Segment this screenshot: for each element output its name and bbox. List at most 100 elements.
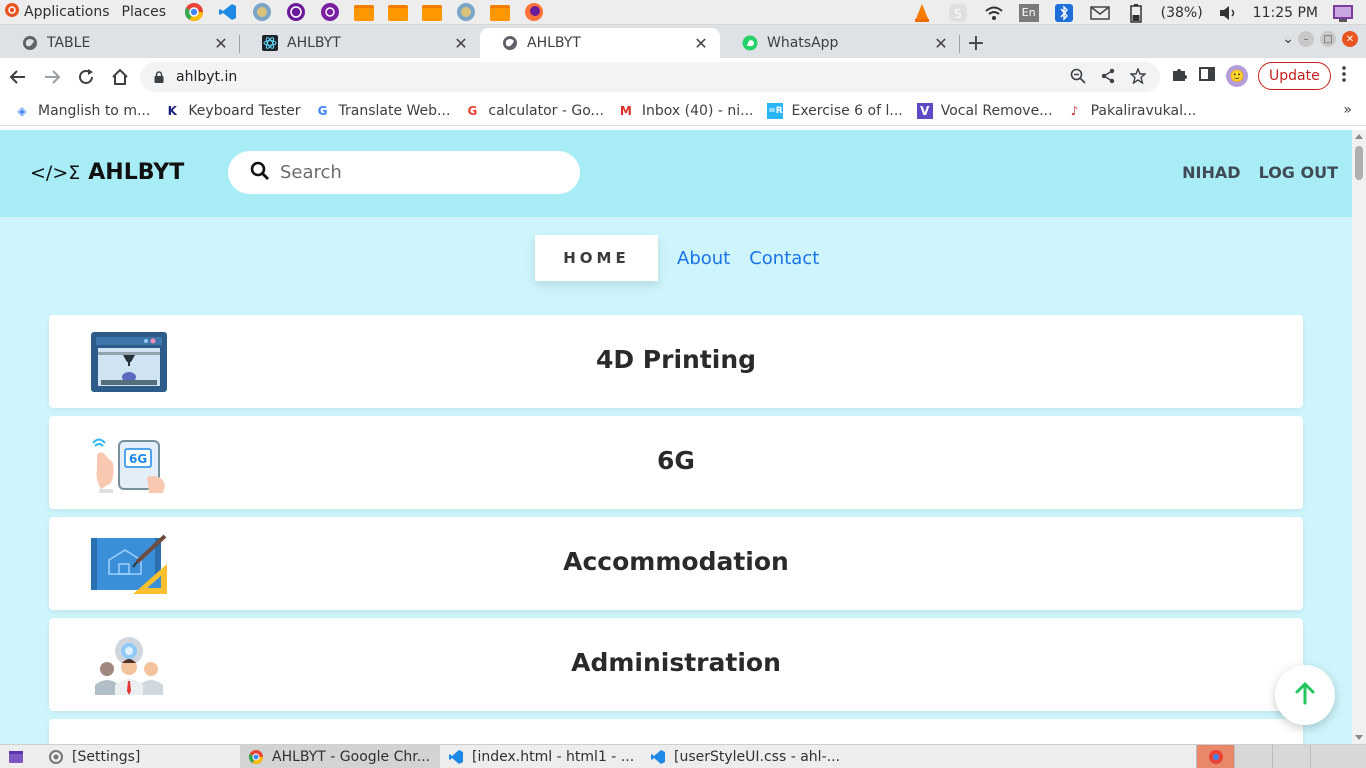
tor-launcher-icon[interactable] [284, 1, 308, 23]
scrollbar-thumb[interactable] [1355, 146, 1363, 180]
wifi-icon[interactable] [983, 2, 1005, 24]
scroll-up-arrow-icon[interactable] [1355, 134, 1363, 139]
profile-avatar[interactable]: 🙂 [1226, 65, 1248, 87]
clock[interactable]: 11:25 PM [1253, 5, 1318, 21]
bookmark-item[interactable]: Gcalculator - Go... [464, 103, 603, 119]
taskbar-window-active[interactable]: AHLBYT - Google Chr... [240, 744, 440, 768]
brand-code-symbol: </>Σ [30, 161, 81, 184]
bookmark-label: Vocal Remove... [940, 102, 1053, 119]
workspace-1[interactable] [1196, 745, 1234, 768]
partial-category-icon [91, 736, 167, 744]
folder-launcher-icon[interactable] [352, 1, 376, 23]
volume-icon[interactable] [1217, 2, 1239, 24]
vlc-tray-icon[interactable] [911, 2, 933, 24]
workspace-2[interactable] [1234, 745, 1272, 768]
zoom-icon[interactable] [1070, 68, 1086, 88]
globe-launcher-icon[interactable] [250, 1, 274, 23]
folder-launcher-icon[interactable] [488, 1, 512, 23]
battery-percent: (38%) [1160, 4, 1203, 21]
share-icon[interactable] [1100, 68, 1116, 88]
contact-link[interactable]: Contact [749, 248, 819, 269]
forward-arrow-icon[interactable] [36, 61, 68, 93]
browser-tab[interactable]: TABLE ✕ [0, 28, 240, 58]
bookmark-item[interactable]: ◈ Manglish to m... [14, 103, 150, 119]
bookmark-item[interactable]: ♪ Pakaliravukal... [1067, 103, 1197, 119]
globe-icon [22, 35, 38, 51]
applications-menu[interactable]: Applications [24, 4, 110, 20]
close-icon[interactable]: ✕ [932, 34, 950, 53]
bookmark-item[interactable]: =R Exercise 6 of l... [767, 102, 903, 119]
close-icon[interactable]: ✕ [212, 34, 230, 53]
skype-tray-icon[interactable]: S [947, 2, 969, 24]
category-card[interactable]: 4D Printing [49, 315, 1303, 408]
firefox-launcher-icon[interactable] [522, 1, 546, 23]
back-arrow-icon[interactable] [2, 61, 34, 93]
category-card[interactable] [49, 719, 1303, 744]
browser-tab-strip: TABLE ✕ AHLBYT ✕ AHLBYT ✕ WhatsApp ✕ + ⌄… [0, 25, 1366, 58]
user-menu-icon[interactable] [1332, 2, 1354, 24]
keyboard-k-icon: K [167, 103, 177, 118]
guitar-icon: ♪ [1070, 103, 1079, 118]
mail-icon[interactable] [1089, 2, 1111, 24]
site-brand[interactable]: </>Σ AHLBYT [30, 160, 184, 185]
new-tab-button[interactable]: + [960, 28, 992, 58]
close-icon[interactable]: ✕ [692, 34, 710, 53]
browser-tab[interactable]: AHLBYT ✕ [240, 28, 480, 58]
window-close-icon[interactable]: ✕ [1342, 31, 1358, 47]
user-name-link[interactable]: NIHAD [1182, 163, 1240, 182]
workspace-4[interactable] [1310, 745, 1366, 768]
workspace-3[interactable] [1272, 745, 1310, 768]
tab-title: TABLE [47, 35, 91, 51]
bookmark-item[interactable]: K Keyboard Tester [164, 103, 301, 119]
category-card[interactable]: Accommodation [49, 517, 1303, 610]
header-user-links: NIHAD LOG OUT [1182, 163, 1338, 182]
tab-search-chevron-icon[interactable]: ⌄ [1282, 31, 1294, 47]
home-icon[interactable] [104, 61, 136, 93]
lock-icon[interactable] [154, 71, 164, 83]
scroll-down-arrow-icon[interactable] [1355, 735, 1363, 740]
side-panel-icon[interactable] [1198, 65, 1216, 87]
places-menu[interactable]: Places [122, 4, 167, 20]
logout-link[interactable]: LOG OUT [1259, 163, 1338, 182]
browser-tab[interactable]: WhatsApp ✕ [720, 28, 960, 58]
maximize-icon[interactable]: □ [1320, 31, 1336, 47]
folder-launcher-icon[interactable] [386, 1, 410, 23]
vscode-launcher-icon[interactable] [216, 1, 240, 23]
chrome-launcher-icon[interactable] [182, 1, 206, 23]
reload-icon[interactable] [70, 61, 102, 93]
tor-browser-launcher-icon[interactable] [318, 1, 342, 23]
scroll-to-top-button[interactable] [1275, 665, 1335, 725]
minimize-icon[interactable]: – [1298, 31, 1314, 47]
search-input[interactable] [280, 162, 560, 183]
extensions-puzzle-icon[interactable] [1170, 65, 1188, 87]
folder-launcher-icon[interactable] [420, 1, 444, 23]
update-button[interactable]: Update [1258, 62, 1331, 90]
show-desktop-button[interactable] [0, 745, 40, 768]
taskbar-window[interactable]: [userStyleUI.css - ahl-... [642, 745, 842, 768]
category-list: 4D Printing 6G 6G Accommodation Administ… [49, 315, 1303, 744]
close-icon[interactable]: ✕ [452, 34, 470, 53]
keyboard-layout-indicator[interactable]: En [1018, 3, 1039, 22]
page-scrollbar[interactable] [1352, 130, 1366, 744]
about-link[interactable]: About [677, 248, 730, 269]
globe-launcher-icon[interactable] [454, 1, 478, 23]
browser-toolbar: ahlbyt.in 🙂 Update [0, 58, 1366, 96]
update-label: Update [1269, 68, 1320, 84]
browser-tab-active[interactable]: AHLBYT ✕ [480, 28, 720, 58]
bookmark-item[interactable]: V Vocal Remove... [916, 102, 1053, 119]
url-text[interactable]: ahlbyt.in [176, 69, 237, 85]
bluetooth-icon[interactable] [1053, 2, 1075, 24]
ubuntu-logo-icon[interactable] [4, 2, 20, 22]
address-bar[interactable]: ahlbyt.in [140, 62, 1160, 92]
home-tab[interactable]: HOME [535, 235, 658, 281]
bookmark-star-icon[interactable] [1129, 67, 1147, 88]
taskbar-window[interactable]: [index.html - html1 - ... [440, 745, 642, 768]
category-card[interactable]: Administration [49, 618, 1303, 711]
bookmark-item[interactable]: M Inbox (40) - ni... [618, 103, 754, 119]
category-card[interactable]: 6G 6G [49, 416, 1303, 509]
search-icon[interactable] [250, 161, 270, 185]
bookmark-item[interactable]: G Translate Web... [315, 103, 451, 119]
more-menu-icon[interactable] [1341, 65, 1347, 87]
taskbar-window[interactable]: [Settings] [40, 745, 240, 768]
more-bookmarks-chevron-icon[interactable]: » [1343, 102, 1352, 118]
